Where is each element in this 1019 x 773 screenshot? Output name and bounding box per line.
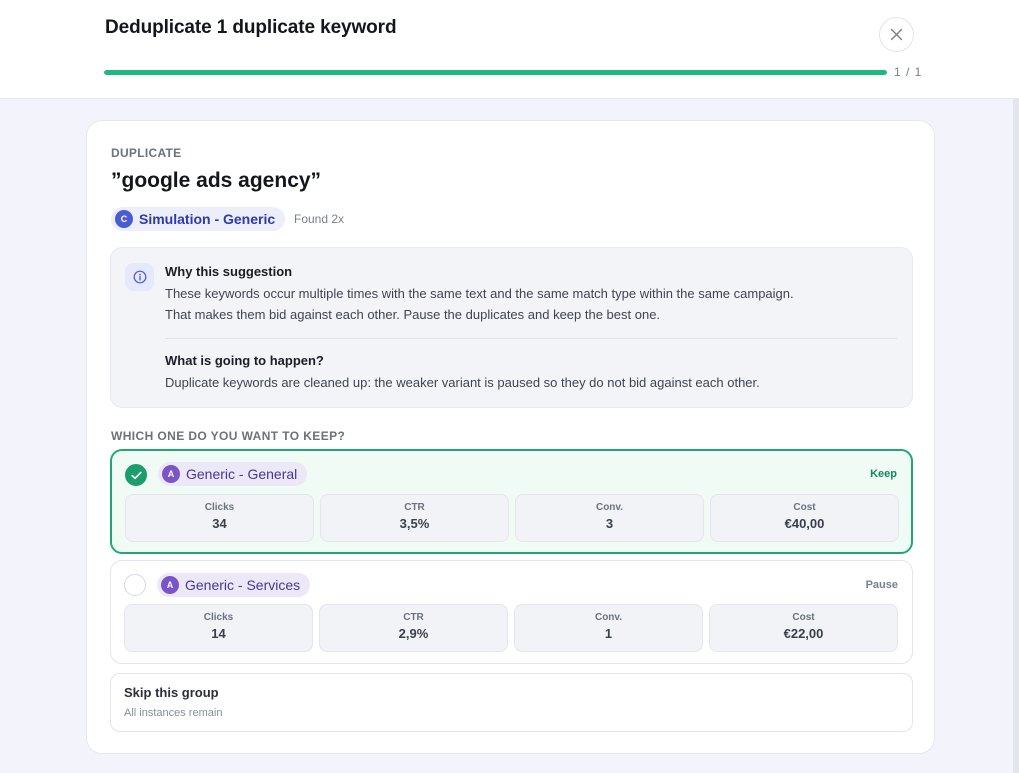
keep-option-generic-general[interactable]: A Generic - General Keep Clicks 34 CTR 3…: [110, 449, 913, 554]
check-icon: [130, 471, 142, 479]
section-eyebrow: DUPLICATE: [111, 146, 182, 160]
campaign-avatar: C: [115, 210, 133, 228]
campaign-name: Simulation - Generic: [139, 211, 276, 227]
metric-cost: Cost €22,00: [709, 604, 898, 652]
info-icon: [125, 263, 154, 291]
skip-subtitle: All instances remain: [124, 707, 223, 719]
campaign-chip: C Simulation - Generic: [111, 207, 286, 231]
progress-counter: 1 / 1: [894, 65, 923, 79]
metric-clicks: Clicks 34: [125, 494, 314, 542]
dialog-header: Deduplicate 1 duplicate keyword 1 / 1: [0, 0, 1019, 99]
radio-checked[interactable]: [125, 464, 147, 486]
keep-question-label: WHICH ONE DO YOU WANT TO KEEP?: [111, 429, 346, 443]
why-text-line-2: That makes them bid against each other. …: [165, 307, 661, 322]
metric-ctr: CTR 2,9%: [319, 604, 508, 652]
progress-bar: [104, 70, 887, 75]
metric-conversions: Conv. 1: [514, 604, 703, 652]
metric-cost: Cost €40,00: [710, 494, 899, 542]
metrics-row: Clicks 34 CTR 3,5% Conv. 3 Cost €40,00: [125, 494, 899, 542]
duplicate-keyword: ”google ads agency”: [111, 169, 322, 192]
metric-label: Clicks: [204, 502, 235, 513]
radio-unchecked[interactable]: [124, 574, 146, 596]
metric-label: Conv.: [594, 612, 623, 623]
metric-value: 2,9%: [398, 626, 429, 641]
skip-title: Skip this group: [124, 685, 219, 700]
duplicate-card: DUPLICATE ”google ads agency” C Simulati…: [86, 120, 935, 754]
adgroup-name: Generic - Services: [185, 577, 301, 593]
adgroup-avatar: A: [162, 465, 180, 483]
metric-value: 14: [211, 626, 226, 641]
metric-label: CTR: [403, 612, 424, 623]
suggestion-info-box: Why this suggestion These keywords occur…: [110, 247, 913, 408]
adgroup-chip: A Generic - Services: [157, 573, 311, 597]
metric-label: Cost: [792, 612, 815, 623]
metric-value: 3,5%: [399, 516, 430, 531]
metric-clicks: Clicks 14: [124, 604, 313, 652]
keep-option-generic-services[interactable]: A Generic - Services Pause Clicks 14 CTR…: [110, 560, 913, 664]
metric-value: 3: [605, 516, 614, 531]
progress-bar-fill: [104, 70, 887, 75]
keep-badge: Keep: [870, 468, 897, 480]
metric-value: 1: [604, 626, 613, 641]
adgroup-chip: A Generic - General: [158, 462, 308, 486]
scrollbar[interactable]: [1013, 99, 1019, 773]
metric-value: €40,00: [784, 516, 825, 531]
pause-badge: Pause: [865, 579, 898, 591]
why-text-line-1: These keywords occur multiple times with…: [165, 286, 794, 301]
what-text: Duplicate keywords are cleaned up: the w…: [165, 375, 760, 390]
divider: [165, 338, 897, 339]
found-count: Found 2x: [294, 212, 345, 226]
what-heading: What is going to happen?: [165, 353, 324, 368]
metric-value: €22,00: [783, 626, 824, 641]
metric-ctr: CTR 3,5%: [320, 494, 509, 542]
metric-value: 34: [212, 516, 227, 531]
skip-group-option[interactable]: Skip this group All instances remain: [110, 673, 913, 732]
metric-label: CTR: [404, 502, 425, 513]
dialog-title: Deduplicate 1 duplicate keyword: [105, 17, 397, 38]
metric-label: Cost: [793, 502, 816, 513]
close-button[interactable]: [879, 17, 914, 52]
adgroup-avatar: A: [161, 576, 179, 594]
why-heading: Why this suggestion: [165, 264, 293, 279]
metric-label: Conv.: [595, 502, 624, 513]
close-icon: [890, 28, 903, 41]
metrics-row: Clicks 14 CTR 2,9% Conv. 1 Cost €22,00: [124, 604, 898, 652]
metric-conversions: Conv. 3: [515, 494, 704, 542]
adgroup-name: Generic - General: [186, 466, 298, 482]
metric-label: Clicks: [203, 612, 234, 623]
